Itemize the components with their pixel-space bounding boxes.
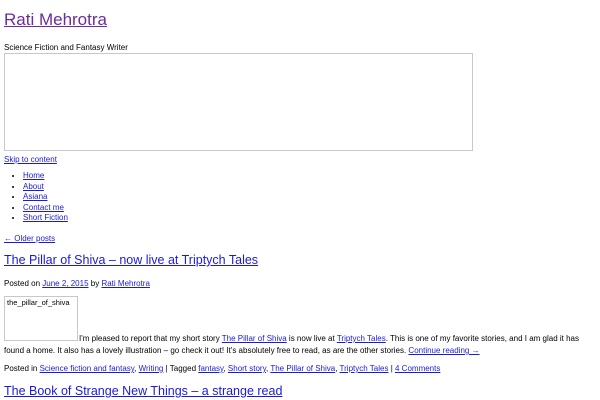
nav-item-contact: Contact me [23,203,68,214]
nav-link-about[interactable]: About [23,182,44,191]
by-label: by [90,279,100,288]
post-title: The Book of Strange New Things – a stran… [4,384,282,398]
posted-on-label: Posted on [4,279,41,288]
comments-link[interactable]: 4 Comments [395,364,440,373]
skip-to-content-link[interactable]: Skip to content [4,155,57,164]
category-link[interactable]: Writing [139,364,164,373]
post-date-link[interactable]: June 2, 2015 [42,279,88,288]
post-title: The Pillar of Shiva – now live at Tripty… [4,253,258,267]
nav-link-home[interactable]: Home [23,171,44,180]
post-content: I'm pleased to report that my short stor… [4,333,590,357]
content-text: is now live at [286,334,337,343]
header-image [4,53,473,151]
category-link[interactable]: Science fiction and fantasy [40,364,135,373]
nav-item-about: About [23,182,68,193]
tag-link[interactable]: The Pillar of Shiva [270,364,335,373]
tag-link[interactable]: fantasy [198,364,223,373]
author-link[interactable]: Rati Mehrotra [101,279,149,288]
posted-in-label: Posted in [4,364,38,373]
magazine-link[interactable]: Triptych Tales [337,334,386,343]
footer-separator: | [390,364,393,373]
continue-reading-link[interactable]: Continue reading → [408,346,479,355]
nav-link-short-fiction[interactable]: Short Fiction [23,213,68,222]
nav-link-contact[interactable]: Contact me [23,203,64,212]
post-image-alt-text: the_pillar_of_shiva [7,298,70,307]
older-posts-link[interactable]: ← Older posts [4,234,55,243]
nav-link-asiana[interactable]: Asiana [23,192,47,201]
content-text: I'm pleased to report that my short stor… [79,334,222,343]
footer-separator: | [165,364,168,373]
main-navigation: Home About Asiana Contact me Short Ficti… [10,171,68,224]
nav-item-home: Home [23,171,68,182]
site-description: Science Fiction and Fantasy Writer [4,43,128,52]
tag-link[interactable]: Triptych Tales [340,364,389,373]
tagged-label: Tagged [169,364,197,373]
story-link[interactable]: The Pillar of Shiva [222,334,287,343]
tag-link[interactable]: Short story [228,364,266,373]
post-title-link[interactable]: The Book of Strange New Things – a stran… [4,384,282,398]
nav-item-asiana: Asiana [23,192,68,203]
nav-item-short-fiction: Short Fiction [23,213,68,224]
post-footer: Posted in Science fiction and fantasy, W… [4,364,441,373]
post-meta: Posted on June 2, 2015 by Rati Mehrotra [4,279,150,288]
site-title[interactable]: Rati Mehrotra [4,10,107,30]
post-title-link[interactable]: The Pillar of Shiva – now live at Tripty… [4,253,258,267]
